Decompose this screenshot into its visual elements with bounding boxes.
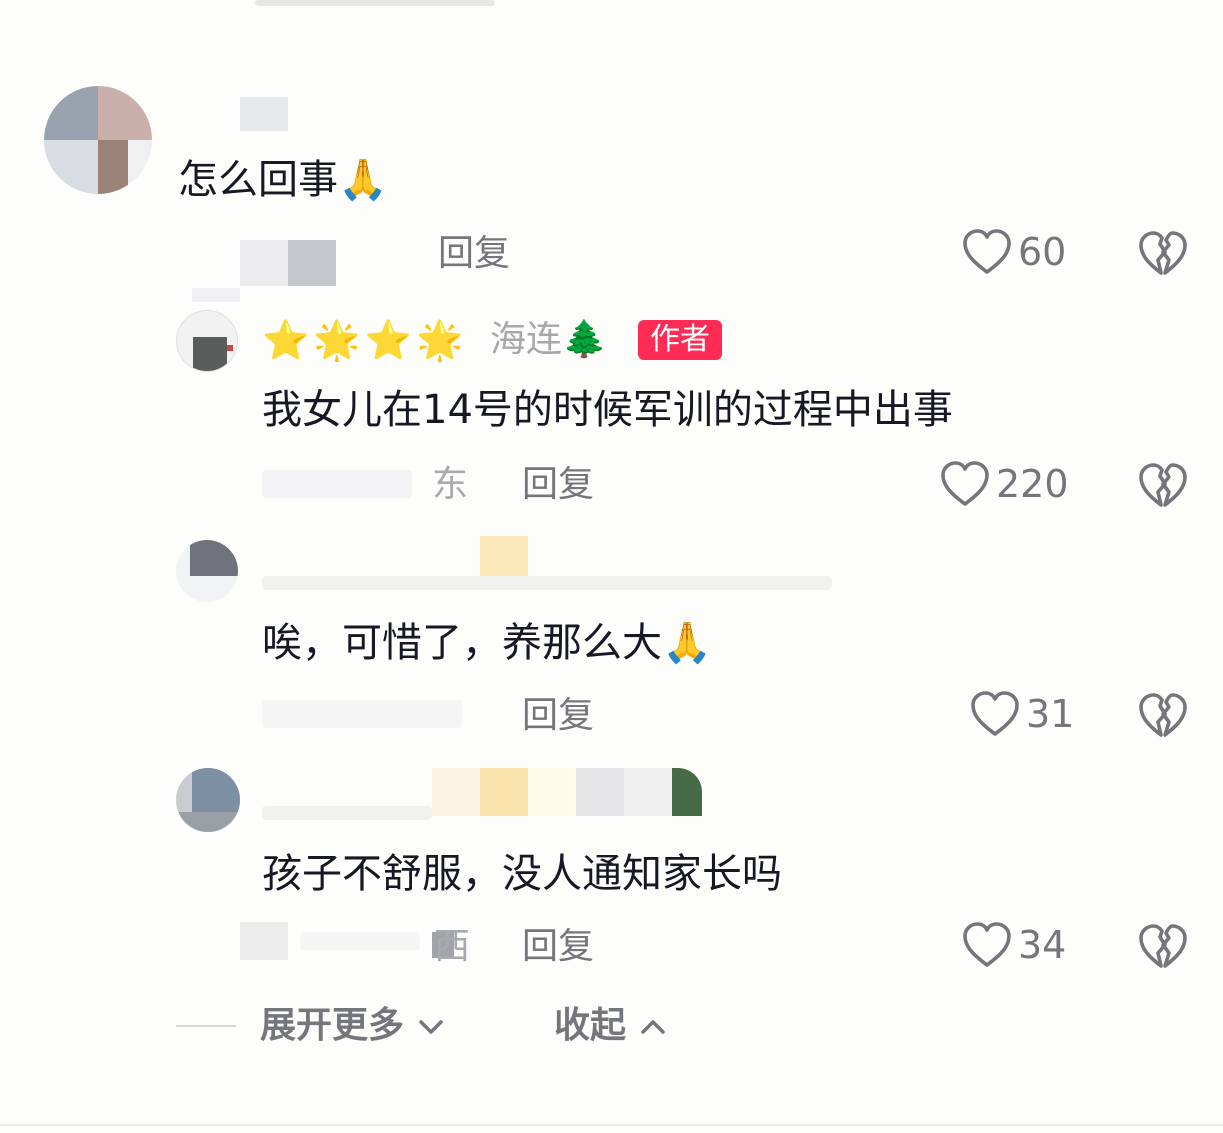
- like-count: 34: [1018, 923, 1067, 967]
- avatar-pixel: [190, 540, 238, 576]
- avatar-pixel: [44, 140, 98, 194]
- avatar[interactable]: [176, 768, 240, 832]
- avatar-pixel: [193, 337, 227, 371]
- reply-button[interactable]: 回复: [522, 694, 594, 738]
- username-stars[interactable]: ⭐ 🌟 ⭐ 🌟: [262, 318, 463, 362]
- reply-button[interactable]: 回复: [522, 463, 594, 507]
- username[interactable]: 海连🌲: [490, 318, 607, 362]
- like-count: 220: [996, 462, 1069, 506]
- broken-heart-icon: [1139, 463, 1187, 507]
- like-count: 60: [1018, 230, 1067, 274]
- comment-text: 唉，可惜了，养那么大🙏: [262, 620, 712, 666]
- avatar-pixel: [98, 140, 128, 194]
- author-badge: 作者: [638, 320, 722, 360]
- avatar[interactable]: [176, 540, 238, 602]
- username-redacted[interactable]: [262, 576, 832, 590]
- timestamp-redacted: [240, 922, 288, 960]
- reply-button[interactable]: 回复: [438, 232, 510, 276]
- star-emoji: 🌟: [313, 318, 361, 362]
- username-redacted[interactable]: [240, 97, 288, 131]
- like-button[interactable]: 34: [962, 921, 1066, 969]
- username-redacted[interactable]: [262, 806, 432, 820]
- dislike-button[interactable]: [1138, 230, 1188, 282]
- like-button[interactable]: 60: [962, 228, 1066, 276]
- divider-line: [176, 1025, 236, 1027]
- avatar-pixel: [227, 345, 233, 351]
- username-redacted[interactable]: [480, 768, 528, 816]
- heart-outline-icon: [963, 229, 1011, 274]
- heart-outline-icon: [971, 691, 1019, 736]
- chevron-down-icon: [418, 1020, 443, 1034]
- collapse-button[interactable]: 收起: [554, 1004, 667, 1048]
- dislike-button[interactable]: [1138, 462, 1188, 514]
- username-redacted[interactable]: [480, 536, 528, 576]
- like-count: 31: [1026, 692, 1075, 736]
- expand-more-button[interactable]: 展开更多: [260, 1004, 445, 1048]
- chevron-up-icon: [640, 1020, 665, 1034]
- dislike-button[interactable]: [1138, 923, 1188, 975]
- username-redacted[interactable]: [672, 768, 702, 816]
- timestamp-redacted: [288, 240, 336, 286]
- top-cutoff-text: [255, 0, 495, 6]
- pray-emoji: 🙏: [662, 620, 712, 666]
- dislike-button[interactable]: [1138, 692, 1188, 744]
- broken-heart-icon: [1139, 231, 1187, 275]
- username-redacted[interactable]: [576, 768, 624, 816]
- pray-emoji: 🙏: [338, 157, 388, 203]
- timestamp-redacted: [262, 700, 462, 728]
- broken-heart-icon: [1139, 693, 1187, 737]
- avatar-pixel: [98, 86, 152, 140]
- location: 西: [434, 926, 471, 967]
- comment-text: 我女儿在14号的时候军训的过程中出事: [262, 387, 953, 433]
- bottom-divider: [0, 1124, 1223, 1126]
- broken-heart-icon: [1139, 924, 1187, 968]
- comment-text: 孩子不舒服，没人通知家长吗: [262, 851, 782, 897]
- star-emoji: ⭐: [262, 318, 310, 362]
- like-button[interactable]: 31: [970, 690, 1074, 738]
- heart-outline-icon: [963, 922, 1011, 967]
- like-button[interactable]: 220: [940, 460, 1069, 508]
- timestamp-redacted: [240, 240, 288, 286]
- location: 东: [432, 464, 469, 505]
- heart-outline-icon: [941, 461, 989, 506]
- timestamp-redacted: [192, 288, 240, 302]
- username-redacted[interactable]: [528, 768, 576, 816]
- tree-emoji: 🌲: [562, 319, 607, 360]
- username-redacted[interactable]: [624, 768, 672, 816]
- timestamp-redacted: [262, 470, 412, 498]
- reply-button[interactable]: 回复: [522, 925, 594, 969]
- username-redacted[interactable]: [432, 768, 480, 816]
- star-emoji: ⭐: [364, 318, 412, 362]
- timestamp-redacted: [300, 932, 420, 950]
- comment-text: 怎么回事🙏: [178, 157, 388, 203]
- avatar[interactable]: [44, 86, 152, 194]
- star-emoji: 🌟: [415, 318, 464, 362]
- avatar[interactable]: [176, 310, 238, 372]
- avatar-pixel: [192, 768, 240, 812]
- avatar-pixel: [176, 812, 240, 832]
- avatar-pixel: [44, 86, 98, 140]
